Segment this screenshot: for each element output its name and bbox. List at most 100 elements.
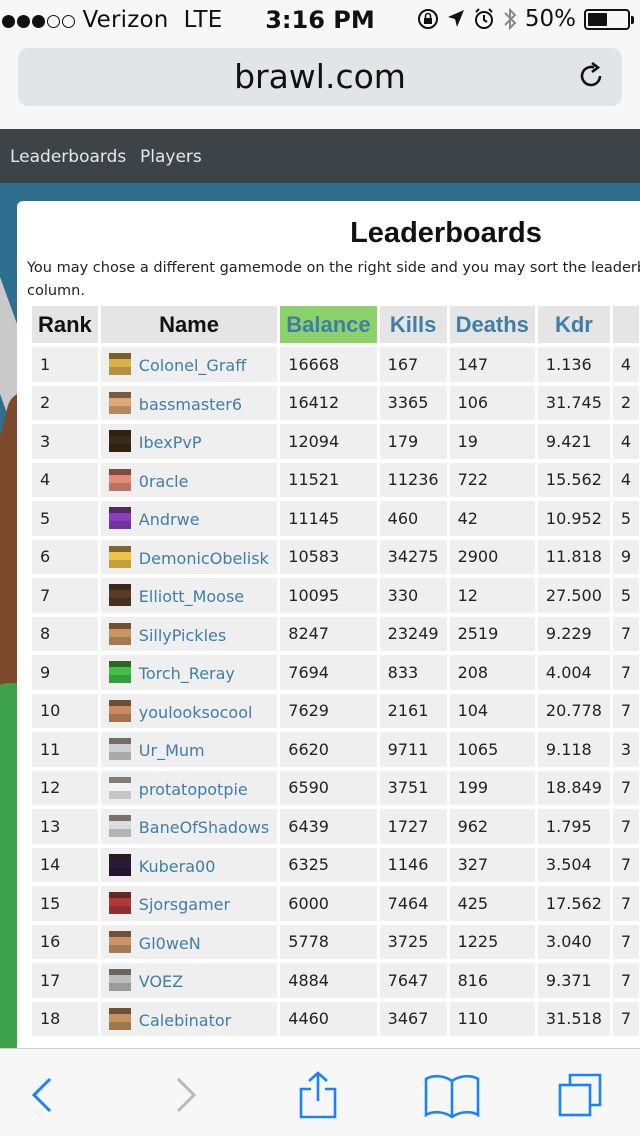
table-row: 9 Torch_Reray 7694 833 208 4.004 7	[32, 655, 640, 690]
nav-leaderboards[interactable]: Leaderboards	[10, 147, 126, 167]
cell-kills: 833	[379, 655, 447, 690]
cell-extra: 5	[612, 501, 640, 536]
cell-name: SillyPickles	[100, 616, 278, 651]
cell-kdr: 27.500	[537, 578, 610, 613]
player-avatar	[108, 584, 131, 607]
cell-kdr: 11.818	[537, 539, 610, 574]
nav-players[interactable]: Players	[140, 147, 202, 167]
cell-deaths: 1225	[449, 924, 535, 959]
cell-kdr: 10.952	[537, 501, 610, 536]
tabs-icon[interactable]	[556, 1071, 604, 1119]
player-link[interactable]: Gl0weN	[139, 934, 201, 953]
intro-line-2: column.	[27, 283, 85, 299]
cell-balance: 4884	[280, 963, 377, 998]
player-avatar	[108, 815, 131, 838]
cell-kills: 7647	[379, 963, 447, 998]
player-link[interactable]: Sjorsgamer	[139, 895, 230, 914]
player-link[interactable]: Kubera00	[139, 857, 216, 876]
cell-rank: 10	[32, 693, 98, 728]
table-row: 7 Elliott_Moose 10095 330 12 27.500 5	[32, 578, 640, 613]
intro-line-1: You may chose a different gamemode on th…	[27, 260, 640, 276]
header-deaths[interactable]: Deaths	[449, 306, 535, 343]
cell-kills: 3365	[379, 385, 447, 420]
player-avatar	[108, 353, 131, 376]
player-link[interactable]: 0racle	[139, 472, 189, 491]
url-text[interactable]: brawl.com	[18, 57, 622, 96]
cell-balance: 6620	[280, 732, 377, 767]
cell-kills: 1727	[379, 809, 447, 844]
player-link[interactable]: SillyPickles	[139, 626, 226, 645]
player-link[interactable]: BaneOfShadows	[139, 818, 269, 837]
cell-extra: 2	[612, 385, 640, 420]
table-row: 12 protatopotpie 6590 3751 199 18.849 7	[32, 770, 640, 805]
cell-kills: 9711	[379, 732, 447, 767]
cell-rank: 15	[32, 886, 98, 921]
player-link[interactable]: Colonel_Graff	[139, 356, 246, 375]
player-avatar	[108, 1007, 131, 1030]
cell-rank: 3	[32, 424, 98, 459]
cell-deaths: 110	[449, 1001, 535, 1036]
player-link[interactable]: protatopotpie	[139, 780, 248, 799]
cell-deaths: 106	[449, 385, 535, 420]
cell-kdr: 9.421	[537, 424, 610, 459]
reload-icon[interactable]	[576, 61, 606, 91]
cell-extra: 4	[612, 424, 640, 459]
header-kdr[interactable]: Kdr	[537, 306, 610, 343]
cell-kills: 167	[379, 347, 447, 382]
cell-extra: 7	[612, 886, 640, 921]
cell-kdr: 9.118	[537, 732, 610, 767]
address-bar[interactable]: brawl.com	[18, 48, 622, 106]
table-row: 18 Calebinator 4460 3467 110 31.518 7	[32, 1001, 640, 1036]
player-link[interactable]: Torch_Reray	[139, 664, 235, 683]
cell-balance: 10583	[280, 539, 377, 574]
cell-deaths: 962	[449, 809, 535, 844]
share-icon[interactable]	[294, 1071, 342, 1119]
player-link[interactable]: youlooksocool	[139, 703, 253, 722]
cell-name: protatopotpie	[100, 770, 278, 805]
cell-kills: 3725	[379, 924, 447, 959]
cell-extra: 4	[612, 462, 640, 497]
cell-name: IbexPvP	[100, 424, 278, 459]
table-row: 4 0racle 11521 11236 722 15.562 4	[32, 462, 640, 497]
player-link[interactable]: bassmaster6	[139, 395, 242, 414]
forward-icon[interactable]	[160, 1071, 208, 1119]
cell-name: Sjorsgamer	[100, 886, 278, 921]
back-icon[interactable]	[20, 1071, 68, 1119]
rotation-lock-icon	[417, 9, 438, 29]
cell-kdr: 20.778	[537, 693, 610, 728]
cell-extra: 5	[612, 578, 640, 613]
cell-extra: 7	[612, 847, 640, 882]
player-link[interactable]: Elliott_Moose	[139, 587, 244, 606]
player-link[interactable]: IbexPvP	[139, 433, 202, 452]
player-link[interactable]: Andrwe	[139, 510, 200, 529]
cell-kills: 460	[379, 501, 447, 536]
cell-kdr: 31.518	[537, 1001, 610, 1036]
header-balance[interactable]: Balance	[280, 306, 377, 343]
cell-name: Torch_Reray	[100, 655, 278, 690]
battery-icon	[584, 8, 634, 30]
player-link[interactable]: Ur_Mum	[139, 741, 205, 760]
player-link[interactable]: VOEZ	[139, 972, 183, 991]
cell-deaths: 722	[449, 462, 535, 497]
cell-name: Ur_Mum	[100, 732, 278, 767]
table-row: 16 Gl0weN 5778 3725 1225 3.040 7	[32, 924, 640, 959]
cell-deaths: 327	[449, 847, 535, 882]
header-kills[interactable]: Kills	[379, 306, 447, 343]
bookmarks-icon[interactable]	[424, 1071, 480, 1119]
table-row: 10 youlooksocool 7629 2161 104 20.778 7	[32, 693, 640, 728]
player-link[interactable]: DemonicObelisk	[139, 549, 269, 568]
cell-balance: 10095	[280, 578, 377, 613]
table-row: 6 DemonicObelisk 10583 34275 2900 11.818 9	[32, 539, 640, 574]
cell-extra: 3	[612, 732, 640, 767]
player-link[interactable]: Calebinator	[139, 1011, 231, 1030]
cell-kdr: 4.004	[537, 655, 610, 690]
table-row: 8 SillyPickles 8247 23249 2519 9.229 7	[32, 616, 640, 651]
cell-deaths: 208	[449, 655, 535, 690]
cell-extra: 7	[612, 924, 640, 959]
alarm-icon	[474, 8, 493, 29]
player-avatar	[108, 776, 131, 799]
cell-name: VOEZ	[100, 963, 278, 998]
cell-rank: 7	[32, 578, 98, 613]
cell-balance: 5778	[280, 924, 377, 959]
cell-rank: 2	[32, 385, 98, 420]
